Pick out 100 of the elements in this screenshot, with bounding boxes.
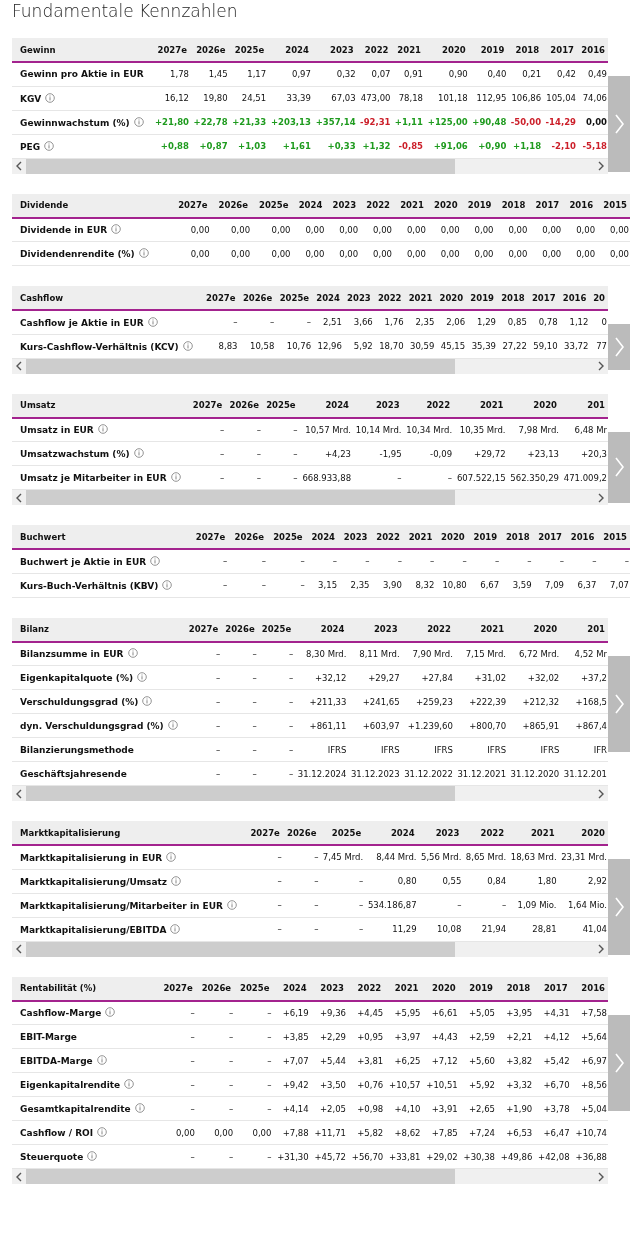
table-cell: – bbox=[221, 641, 258, 666]
table-cell: 0,00 bbox=[426, 241, 461, 266]
info-icon[interactable] bbox=[226, 899, 237, 910]
table-cell: – bbox=[597, 549, 630, 573]
row-label: dyn. Verschuldungsgrad (%) bbox=[20, 721, 164, 731]
info-icon[interactable] bbox=[166, 851, 177, 862]
info-icon[interactable] bbox=[124, 1079, 135, 1089]
info-icon[interactable] bbox=[96, 1055, 107, 1065]
column-header: 2024 bbox=[294, 617, 348, 642]
table-cell: 35,39 bbox=[466, 334, 497, 358]
horizontal-scrollbar[interactable] bbox=[12, 490, 608, 505]
table-cell: – bbox=[257, 737, 295, 762]
table-cell: – bbox=[157, 1000, 196, 1025]
table-cell: – bbox=[195, 1096, 235, 1121]
table-cell: +212,32 bbox=[507, 689, 561, 714]
info-icon[interactable] bbox=[170, 923, 181, 934]
table-cell: 0,00 bbox=[393, 241, 427, 266]
table-cell: 0,00 bbox=[494, 217, 529, 242]
column-header: 2027e bbox=[188, 393, 226, 418]
info-icon[interactable] bbox=[127, 648, 138, 659]
column-header: 2025e bbox=[275, 286, 313, 310]
info-icon[interactable] bbox=[44, 140, 55, 151]
table-cell: -0,09 bbox=[402, 441, 454, 466]
column-header: 2022 bbox=[346, 976, 385, 1001]
table-cell: 8,30 Mrd. bbox=[294, 641, 348, 666]
horizontal-scrollbar[interactable] bbox=[12, 1169, 608, 1184]
table-cell: 562.350,29 bbox=[506, 465, 560, 490]
table-cell: 10,58 bbox=[238, 334, 276, 358]
table-cell: – bbox=[246, 917, 283, 941]
info-icon[interactable] bbox=[105, 1007, 116, 1018]
table-cell: 607.522,15 bbox=[453, 465, 507, 490]
table-cell: 0,00 bbox=[325, 217, 360, 242]
table-cell: – bbox=[234, 1024, 273, 1049]
table-cell: +0,95 bbox=[346, 1024, 385, 1049]
table-cell: – bbox=[234, 1000, 273, 1025]
table-cell: -2,10 bbox=[542, 134, 577, 158]
section-heading: Gewinn bbox=[12, 38, 152, 62]
table-cell: 112,95 bbox=[468, 86, 508, 110]
table-cell: +6,53 bbox=[496, 1120, 534, 1145]
table-cell: +8,56 bbox=[570, 1072, 608, 1097]
info-icon[interactable] bbox=[97, 424, 108, 435]
table-cell: 106,86 bbox=[507, 86, 543, 110]
table-cell: 1,80 bbox=[507, 869, 558, 893]
table-cell: +20,3 bbox=[560, 441, 608, 466]
scrollbar-thumb[interactable] bbox=[26, 490, 456, 505]
table-cell: 31.12.2024 bbox=[294, 761, 348, 786]
table-cell: – bbox=[319, 893, 365, 917]
info-icon[interactable] bbox=[162, 579, 173, 590]
table-cell: +168,5 bbox=[560, 689, 608, 714]
table-cell: +2,21 bbox=[496, 1024, 534, 1049]
info-icon[interactable] bbox=[147, 316, 158, 327]
horizontal-scrollbar[interactable] bbox=[12, 786, 608, 801]
table-cell: +3,32 bbox=[496, 1072, 534, 1097]
info-icon[interactable] bbox=[111, 224, 122, 235]
table-cell: – bbox=[462, 893, 508, 917]
info-icon[interactable] bbox=[170, 472, 181, 482]
table-cell: +7,88 bbox=[272, 1120, 310, 1145]
scrollbar-thumb[interactable] bbox=[26, 786, 456, 801]
table-cell: 0,90 bbox=[423, 62, 469, 86]
table-cell: +5,44 bbox=[309, 1048, 347, 1073]
table-cell: 74,06 bbox=[577, 86, 608, 110]
info-icon[interactable] bbox=[171, 875, 182, 886]
table-cell: 0,49 bbox=[577, 62, 608, 86]
table-cell: 33,72 bbox=[558, 334, 590, 358]
info-icon[interactable] bbox=[133, 448, 144, 458]
info-icon[interactable] bbox=[142, 696, 153, 706]
table-cell: +5,82 bbox=[346, 1120, 385, 1145]
column-header: 2017 bbox=[528, 193, 563, 218]
scroll-next-button[interactable] bbox=[608, 655, 630, 752]
table-cell: 0,32 bbox=[311, 62, 357, 86]
info-icon[interactable] bbox=[87, 1151, 98, 1161]
info-icon[interactable] bbox=[134, 1103, 145, 1113]
scroll-next-button[interactable] bbox=[608, 1014, 630, 1111]
table-cell: +125,00 bbox=[423, 110, 469, 134]
table-cell: 27,22 bbox=[497, 334, 528, 358]
info-icon[interactable] bbox=[45, 92, 56, 103]
table-cell: +3,85 bbox=[272, 1024, 310, 1049]
info-icon[interactable] bbox=[97, 1127, 108, 1137]
info-icon[interactable] bbox=[150, 555, 161, 566]
table-cell: +5,42 bbox=[533, 1048, 571, 1073]
table-cell: – bbox=[282, 845, 320, 869]
table-cell: +0,98 bbox=[346, 1096, 385, 1121]
table-cell: 0,00 bbox=[426, 217, 461, 242]
scrollbar-thumb[interactable] bbox=[26, 1169, 456, 1184]
info-icon[interactable] bbox=[167, 720, 178, 730]
info-icon[interactable] bbox=[182, 340, 193, 351]
table-cell: 2,35 bbox=[404, 310, 436, 334]
info-icon[interactable] bbox=[133, 116, 144, 127]
table-cell: 0,42 bbox=[542, 62, 577, 86]
column-header: 2021 bbox=[453, 617, 508, 642]
column-header: 2017 bbox=[542, 38, 577, 62]
info-icon[interactable] bbox=[138, 248, 149, 258]
table-cell: – bbox=[402, 465, 454, 490]
info-icon[interactable] bbox=[137, 672, 148, 682]
table-cell: 0,00 bbox=[359, 241, 393, 266]
table-cell: 12,96 bbox=[312, 334, 343, 358]
table-cell: – bbox=[500, 549, 533, 573]
column-header: 2020 bbox=[557, 821, 608, 845]
table-cell: +32,02 bbox=[507, 665, 561, 690]
table-cell: – bbox=[184, 737, 222, 762]
